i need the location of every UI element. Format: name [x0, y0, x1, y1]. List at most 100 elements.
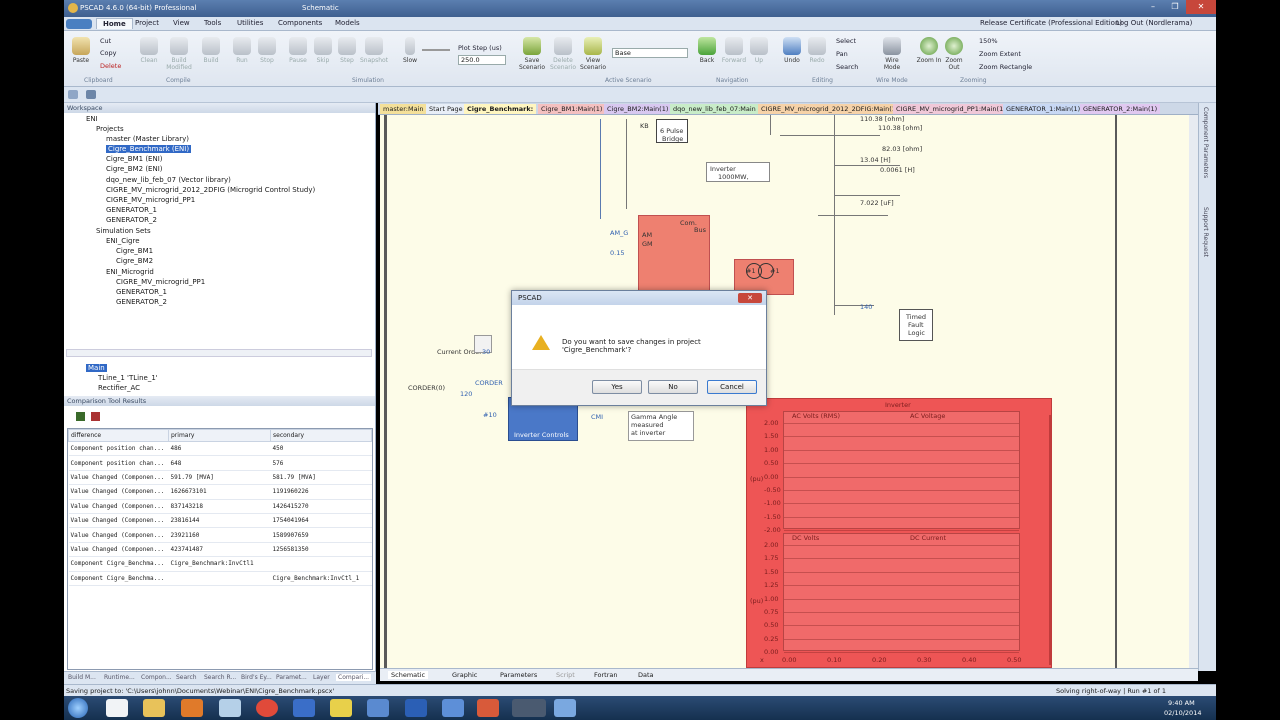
tab-search-results[interactable]: Search R...: [204, 674, 236, 681]
tab-models[interactable]: Models: [335, 19, 360, 27]
doc-tab-dqo[interactable]: dqo_new_lib_feb_07:Main: [670, 104, 759, 114]
doc-tab-master[interactable]: master:Main: [380, 104, 427, 114]
col-difference[interactable]: difference: [68, 429, 169, 442]
clean-button[interactable]: Clean: [134, 37, 164, 64]
defn-item[interactable]: TLine_1 'TLine_1': [98, 374, 158, 382]
taskbar-chrome-icon[interactable]: [256, 699, 278, 717]
tree-project-selected[interactable]: Cigre_Benchmark (ENI): [106, 145, 192, 153]
taskbar-app-icon[interactable]: [442, 699, 464, 717]
no-button[interactable]: No: [648, 380, 698, 394]
stop-button[interactable]: Stop: [252, 37, 282, 64]
start-button[interactable]: [68, 698, 88, 718]
taskbar-app-icon[interactable]: [330, 699, 352, 717]
tab-utilities[interactable]: Utilities: [237, 19, 263, 27]
schematic-canvas[interactable]: 6 Pulse Bridge KB Inverter 1000MW, 110.3…: [380, 115, 1196, 668]
taskbar-office-icon[interactable]: [181, 699, 203, 717]
cancel-button[interactable]: Cancel: [707, 380, 757, 394]
taskbar-folder-icon[interactable]: [143, 699, 165, 717]
tree-project[interactable]: Cigre_BM2 (ENI): [106, 165, 163, 173]
plot-scrollbar[interactable]: [1049, 415, 1052, 665]
sheet-tab-graphic[interactable]: Graphic: [452, 671, 477, 679]
doc-tab-generator-2[interactable]: GENERATOR_2:Main(1): [1080, 104, 1161, 114]
copy-button[interactable]: Copy: [100, 49, 117, 57]
step-button[interactable]: Step: [332, 37, 362, 64]
tab-parameters[interactable]: Paramet...: [276, 674, 307, 681]
doc-tab-generator-1[interactable]: GENERATOR_1:Main(1): [1003, 104, 1084, 114]
tree-simsets[interactable]: Simulation Sets: [96, 227, 151, 235]
yes-button[interactable]: Yes: [592, 380, 642, 394]
comparison-row[interactable]: Value Changed (Componen... 23921160 158990…: [68, 527, 372, 543]
zoom-out-button[interactable]: Zoom Out: [939, 37, 969, 71]
sheet-tab-parameters[interactable]: Parameters: [500, 671, 537, 679]
comparison-row[interactable]: Value Changed (Componen... 23816144 175404…: [68, 513, 372, 529]
tree-projects[interactable]: Projects: [96, 125, 124, 133]
select-button[interactable]: Select: [836, 37, 856, 45]
license-label[interactable]: Release Certificate (Professional Editio…: [980, 19, 1122, 27]
defn-main[interactable]: Main: [86, 364, 107, 372]
tab-project[interactable]: Project: [135, 19, 159, 27]
search-button[interactable]: Search: [836, 63, 858, 71]
snapshot-button[interactable]: Snapshot: [359, 37, 389, 64]
compare-icon[interactable]: [76, 412, 85, 421]
taskbar-app-icon[interactable]: [554, 699, 576, 717]
zoom-extent-button[interactable]: Zoom Extent: [979, 50, 1021, 58]
zoom-rectangle-button[interactable]: Zoom Rectangle: [979, 63, 1032, 71]
tree-project[interactable]: Cigre_BM1 (ENI): [106, 155, 163, 163]
comparison-row[interactable]: Value Changed (Componen... 1626673101 1191…: [68, 484, 372, 500]
doc-tab-microgrid-2dfig[interactable]: CIGRE_MV_microgrid_2012_2DFIG:Main(1): [758, 104, 902, 114]
sheet-tab-data[interactable]: Data: [638, 671, 654, 679]
slow-button[interactable]: Slow: [395, 37, 425, 64]
tab-view[interactable]: View: [173, 19, 190, 27]
tree-simset-item[interactable]: GENERATOR_2: [116, 298, 167, 306]
canvas-vertical-scrollbar[interactable]: [1189, 115, 1198, 668]
taskbar-app-icon[interactable]: [106, 699, 128, 717]
comparison-row[interactable]: Component Cigre_Benchma... Cigre_Benchmar…: [68, 571, 372, 586]
comparison-row[interactable]: Component Cigre_Benchma... Cigre_Benchmar…: [68, 556, 372, 572]
tree-project[interactable]: dqo_new_lib_feb_07 (Vector library): [106, 176, 231, 184]
graph-1[interactable]: [783, 411, 1020, 529]
save-scenario-button[interactable]: Save Scenario: [517, 37, 547, 71]
tree-project[interactable]: master (Master Library): [106, 135, 189, 143]
tab-search[interactable]: Search: [176, 674, 197, 681]
tab-support-request[interactable]: Support Request: [1202, 207, 1209, 257]
taskbar-app-icon[interactable]: [367, 699, 389, 717]
comparison-row[interactable]: Value Changed (Componen... 591.79 [MVA] 58…: [68, 470, 372, 486]
comparison-row[interactable]: Value Changed (Componen... 423741487 12565…: [68, 542, 372, 558]
taskbar-word-icon[interactable]: [405, 699, 427, 717]
taskbar-visio-icon[interactable]: [293, 699, 315, 717]
taskbar-app-icon[interactable]: [219, 699, 241, 717]
sheet-tab-schematic[interactable]: Schematic: [388, 671, 429, 679]
tree-root[interactable]: ENI: [86, 115, 98, 123]
qat-icon[interactable]: [68, 90, 78, 99]
taskbar-powerpoint-icon[interactable]: [477, 699, 499, 717]
maximize-button[interactable]: ❐: [1164, 0, 1186, 14]
paste-button[interactable]: Paste: [66, 37, 96, 64]
close-button[interactable]: ✕: [1186, 0, 1216, 14]
clock-date[interactable]: 02/10/2014: [1164, 709, 1201, 717]
build-modified-button[interactable]: Build Modified: [164, 37, 194, 71]
defn-item[interactable]: Rectifier_AC: [98, 384, 140, 392]
cut-button[interactable]: Cut: [100, 37, 111, 45]
comparison-row[interactable]: Component position chan... 486 450: [68, 441, 372, 457]
tab-home[interactable]: Home: [96, 18, 133, 29]
col-secondary[interactable]: secondary: [270, 429, 372, 442]
zoom-level-select[interactable]: 150%: [979, 37, 998, 45]
tab-tools[interactable]: Tools: [204, 19, 221, 27]
comparison-row[interactable]: Component position chan... 648 576: [68, 455, 372, 471]
redo-button[interactable]: Redo: [802, 37, 832, 64]
view-scenario-button[interactable]: View Scenario: [578, 37, 608, 71]
tree-project[interactable]: GENERATOR_1: [106, 206, 157, 214]
doc-tab-start[interactable]: Start Page: [426, 104, 466, 114]
tab-components[interactable]: Compon...: [141, 674, 172, 681]
tab-birds-eye[interactable]: Bird's Ey...: [241, 674, 272, 681]
col-primary[interactable]: primary: [168, 429, 271, 442]
delete-scenario-button[interactable]: Delete Scenario: [548, 37, 578, 71]
tree-simset-item[interactable]: CIGRE_MV_microgrid_PP1: [116, 278, 205, 286]
tree-simset-item[interactable]: GENERATOR_1: [116, 288, 167, 296]
delete-button[interactable]: Delete: [100, 62, 121, 70]
up-button[interactable]: Up: [744, 37, 774, 64]
tree-project[interactable]: CIGRE_MV_microgrid_PP1: [106, 196, 195, 204]
dialog-close-button[interactable]: ✕: [738, 293, 762, 303]
sheet-tab-fortran[interactable]: Fortran: [594, 671, 617, 679]
tab-layer[interactable]: Layer: [313, 674, 330, 681]
